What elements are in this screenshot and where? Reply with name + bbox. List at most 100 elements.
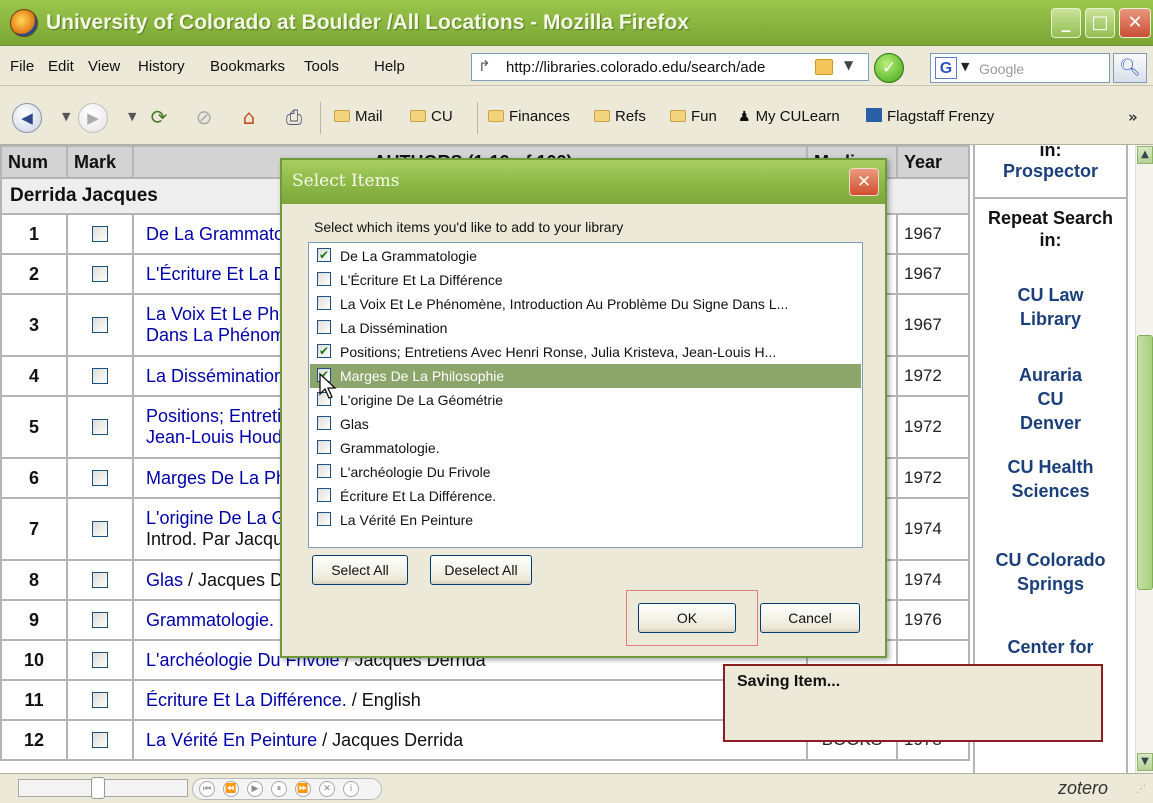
google-engine-icon[interactable]: G — [935, 57, 957, 79]
bookmark-mail[interactable]: Mail — [334, 108, 383, 125]
deselect-all-button[interactable]: Deselect All — [430, 555, 532, 585]
address-dropdown-icon[interactable]: ▼ — [844, 58, 853, 72]
list-item-selected[interactable]: ✔ Marges De La Philosophie — [310, 364, 861, 388]
back-dropdown-icon[interactable]: ▼ — [62, 110, 70, 123]
go-button[interactable]: ✓ — [874, 53, 904, 83]
forward-dropdown-icon[interactable]: ▼ — [128, 110, 136, 123]
bookmark-finances[interactable]: Finances — [488, 108, 570, 125]
title-link[interactable]: La Dissémination — [146, 366, 284, 386]
play-icon[interactable]: ▶ — [247, 781, 263, 797]
item-checkbox[interactable]: ✔ — [317, 344, 331, 358]
list-item[interactable]: La Dissémination — [310, 316, 861, 340]
media-slider[interactable] — [18, 777, 188, 799]
mark-checkbox[interactable] — [92, 225, 108, 242]
item-checkbox[interactable]: ✔ — [317, 248, 331, 262]
reload-icon[interactable]: ⟳ — [145, 104, 173, 130]
item-checkbox[interactable] — [317, 464, 331, 478]
mark-checkbox[interactable] — [92, 265, 108, 282]
title-link[interactable]: Glas — [146, 570, 183, 590]
menu-tools[interactable]: Tools — [304, 58, 339, 75]
item-checkbox[interactable] — [317, 272, 331, 286]
menu-help[interactable]: Help — [374, 58, 405, 75]
slider-knob[interactable] — [91, 777, 105, 799]
fast-forward-icon[interactable]: ⏩ — [295, 781, 311, 797]
item-checkbox[interactable] — [317, 440, 331, 454]
more-bookmarks-icon[interactable]: » — [1128, 108, 1138, 126]
item-checkbox[interactable] — [317, 512, 331, 526]
pause-icon[interactable]: ⏸ — [271, 781, 287, 797]
forward-button[interactable]: ▶ — [78, 103, 108, 133]
zotero-status-icon[interactable]: zotero — [1058, 778, 1108, 799]
mark-checkbox[interactable] — [92, 367, 108, 384]
bookmark-flagstaff-frenzy[interactable]: Flagstaff Frenzy — [866, 108, 994, 125]
list-item[interactable]: Écriture Et La Différence. — [310, 484, 861, 508]
engine-dropdown-icon[interactable]: ▼ — [961, 60, 969, 73]
item-checkbox[interactable] — [317, 488, 331, 502]
list-item[interactable]: La Voix Et Le Phénomène, Introduction Au… — [310, 292, 861, 316]
menu-file[interactable]: File — [10, 58, 34, 75]
item-checkbox[interactable] — [317, 320, 331, 334]
list-item[interactable]: Grammatologie. — [310, 436, 861, 460]
mark-checkbox[interactable] — [92, 469, 108, 486]
mark-checkbox[interactable] — [92, 571, 108, 588]
list-item[interactable]: ✔ De La Grammatologie — [310, 244, 861, 268]
mark-checkbox[interactable] — [92, 611, 108, 628]
scroll-thumb[interactable] — [1137, 335, 1153, 590]
item-checkbox[interactable] — [317, 296, 331, 310]
dialog-close-button[interactable]: ✕ — [849, 168, 879, 196]
list-item[interactable]: L'origine De La Géométrie — [310, 388, 861, 412]
info-icon[interactable]: i — [343, 781, 359, 797]
sidebar-link-center-for[interactable]: Center for — [975, 635, 1126, 659]
bookmark-cu[interactable]: CU — [410, 108, 453, 125]
maximize-button[interactable]: □ — [1085, 8, 1115, 38]
list-item[interactable]: Glas — [310, 412, 861, 436]
rewind-icon[interactable]: ⏪ — [223, 781, 239, 797]
sidebar-link-cu-colorado-springs[interactable]: CU Colorado Springs — [975, 548, 1126, 596]
bookmark-refs[interactable]: Refs — [594, 108, 646, 125]
mark-checkbox[interactable] — [92, 691, 108, 708]
sidebar-link-auraria[interactable]: Auraria CU Denver — [975, 363, 1126, 435]
mark-checkbox[interactable] — [92, 316, 108, 333]
stop-icon[interactable]: ⊘ — [190, 104, 218, 130]
item-checkbox[interactable] — [317, 416, 331, 430]
sidebar-link-cu-law[interactable]: CU Law Library — [975, 283, 1126, 331]
mark-checkbox[interactable] — [92, 520, 108, 537]
scroll-up-icon[interactable]: ▲ — [1137, 146, 1153, 164]
skip-back-icon[interactable]: ⏮ — [199, 781, 215, 797]
bookmark-my-culearn[interactable]: ♟ My CULearn — [738, 108, 840, 125]
search-input[interactable]: Google — [979, 61, 1024, 77]
close-window-button[interactable]: ✕ — [1119, 8, 1151, 38]
feed-icon[interactable] — [815, 59, 833, 75]
title-link[interactable]: Écriture Et La Différence. — [146, 690, 347, 710]
mark-checkbox[interactable] — [92, 418, 108, 435]
list-item[interactable]: L'archéologie Du Frivole — [310, 460, 861, 484]
vertical-scrollbar[interactable]: ▲ ▼ — [1135, 145, 1153, 773]
address-bar[interactable]: ↱ http://libraries.colorado.edu/search/a… — [471, 53, 869, 81]
list-item[interactable]: ✔ Positions; Entretiens Avec Henri Ronse,… — [310, 340, 861, 364]
prospector-link[interactable]: Prospector — [975, 159, 1126, 183]
stop-media-icon[interactable]: ✕ — [319, 781, 335, 797]
select-all-button[interactable]: Select All — [312, 555, 408, 585]
menu-bookmarks[interactable]: Bookmarks — [210, 58, 285, 75]
search-box[interactable]: G ▼ Google — [930, 53, 1110, 83]
menu-view[interactable]: View — [88, 58, 120, 75]
sidebar-link-cu-health[interactable]: CU Health Sciences — [975, 455, 1126, 503]
minimize-button[interactable]: _ — [1051, 8, 1081, 38]
back-button[interactable]: ◀ — [12, 103, 42, 133]
title-link[interactable]: La Vérité En Peinture — [146, 730, 317, 750]
title-link[interactable]: Grammatologie. — [146, 610, 274, 630]
bookmark-fun[interactable]: Fun — [670, 108, 717, 125]
menu-edit[interactable]: Edit — [48, 58, 74, 75]
menu-history[interactable]: History — [138, 58, 185, 75]
print-icon[interactable]: ⎙ — [280, 104, 308, 130]
scroll-down-icon[interactable]: ▼ — [1137, 753, 1153, 771]
resize-grip-icon[interactable]: ⋰ — [1136, 784, 1146, 795]
mark-checkbox[interactable] — [92, 731, 108, 748]
mark-checkbox[interactable] — [92, 651, 108, 668]
ok-button[interactable]: OK — [638, 603, 736, 633]
search-icon[interactable]: 🔍︎ — [1113, 53, 1147, 83]
list-item[interactable]: L'Écriture Et La Différence — [310, 268, 861, 292]
cancel-button[interactable]: Cancel — [760, 603, 860, 633]
home-icon[interactable]: ⌂ — [235, 104, 263, 130]
list-item[interactable]: La Vérité En Peinture — [310, 508, 861, 532]
